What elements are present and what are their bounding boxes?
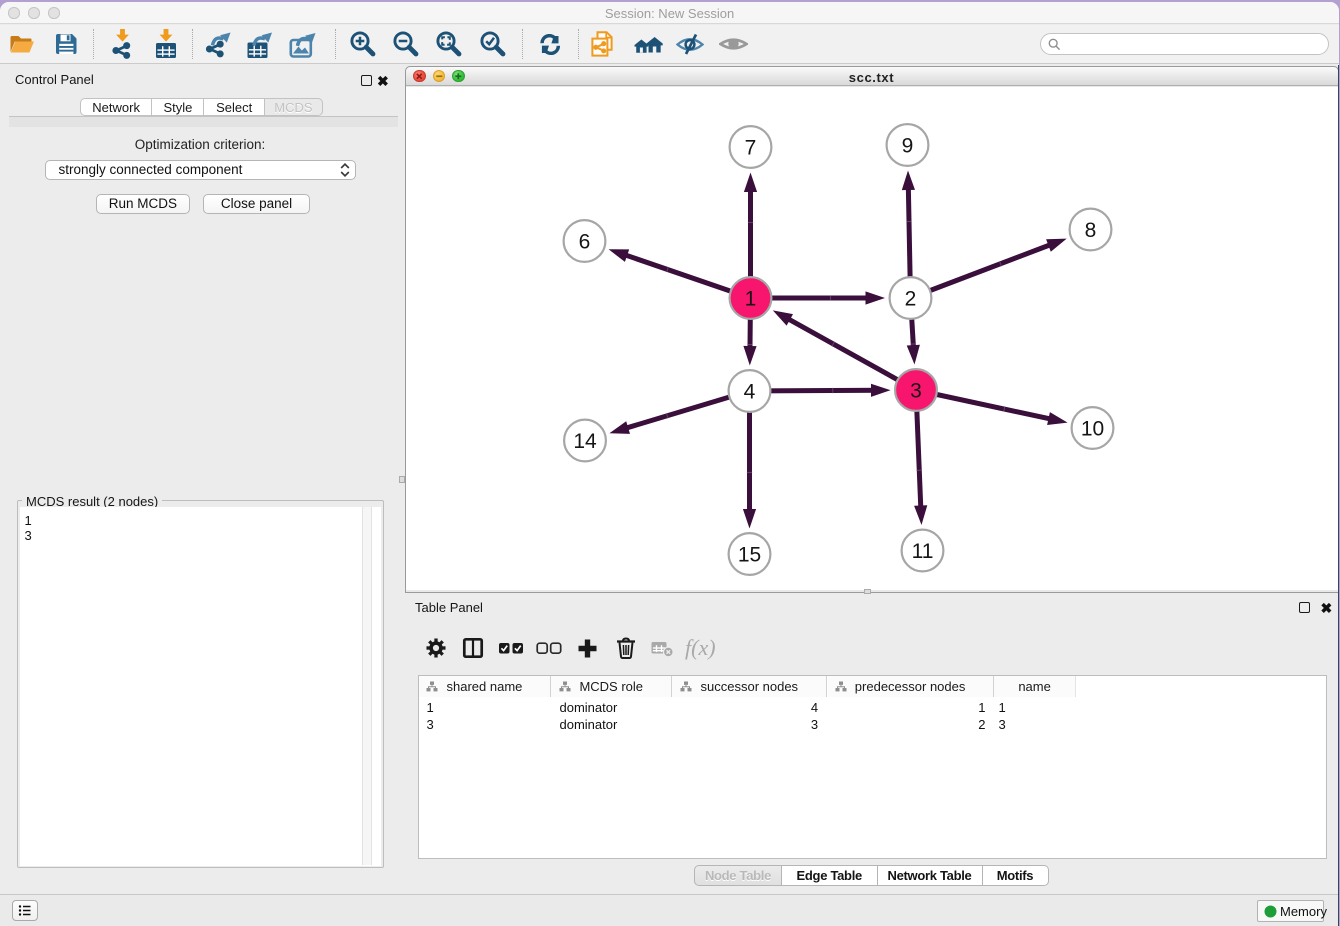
svg-text:9: 9	[901, 134, 913, 157]
svg-text:1: 1	[744, 287, 756, 310]
svg-text:3: 3	[910, 379, 922, 402]
svg-text:11: 11	[911, 540, 933, 563]
svg-text:8: 8	[1084, 219, 1096, 242]
svg-text:15: 15	[737, 543, 760, 566]
svg-text:6: 6	[578, 230, 590, 253]
svg-text:7: 7	[744, 136, 756, 159]
svg-text:2: 2	[904, 287, 916, 310]
svg-text:4: 4	[743, 380, 755, 403]
svg-text:14: 14	[573, 430, 597, 453]
svg-text:10: 10	[1080, 417, 1103, 440]
